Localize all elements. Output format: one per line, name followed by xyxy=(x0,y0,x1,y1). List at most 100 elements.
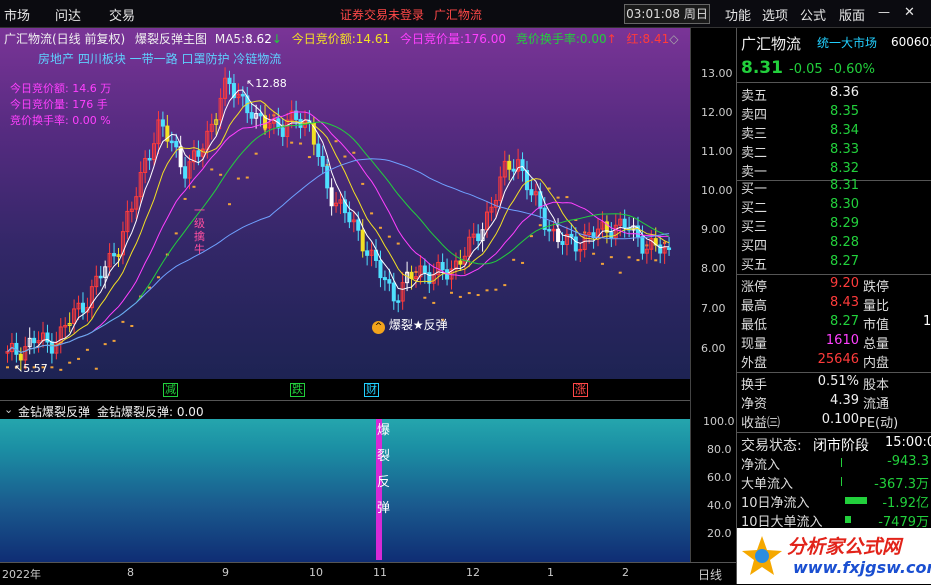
login-warning[interactable]: 证券交易未登录 广汇物流 xyxy=(340,6,482,23)
candle xyxy=(112,253,117,257)
ind-y-tick: 60.0 xyxy=(707,471,732,484)
candle xyxy=(356,219,361,231)
candle xyxy=(249,112,254,119)
ask-row[interactable]: 卖五 8.36 xyxy=(741,85,929,104)
chart-header: 广汇物流(日线 前复权) 爆裂反弹主图 MA5:8.62↓ 今日竞价额:14.6… xyxy=(4,30,678,47)
divider xyxy=(737,274,931,275)
support-dot xyxy=(50,366,54,369)
bid-row[interactable]: 买三 8.29 xyxy=(741,216,929,235)
candle xyxy=(18,353,23,361)
candle xyxy=(556,228,561,243)
candle xyxy=(98,275,103,279)
support-dot xyxy=(343,155,347,158)
support-dot xyxy=(432,301,436,304)
y-tick: 8.00 xyxy=(701,262,726,275)
support-dot xyxy=(352,151,356,154)
support-dot xyxy=(245,176,249,179)
candle xyxy=(258,113,263,117)
sector-tags: 房地产 四川板块 一带一路 口罩防护 冷链物流 xyxy=(38,52,282,66)
price-change: -0.05 xyxy=(789,62,823,77)
candle xyxy=(511,168,516,172)
bid-row[interactable]: 买五 8.27 xyxy=(741,254,929,273)
candle xyxy=(160,119,165,127)
support-dot xyxy=(121,320,125,323)
ask-row[interactable]: 卖三 8.34 xyxy=(741,123,929,142)
chart-stock-title: 广汇物流(日线 前复权) xyxy=(4,32,126,46)
close-icon[interactable]: ✕ xyxy=(904,5,915,20)
last-price: 8.31 xyxy=(741,58,783,78)
candle xyxy=(396,300,401,303)
x-tick: 2022年 xyxy=(2,568,41,581)
candle xyxy=(560,241,565,245)
support-dot xyxy=(396,242,400,245)
indicator-signal-text: 爆裂反弹 xyxy=(377,423,391,516)
ask-row[interactable]: 卖二 8.33 xyxy=(741,142,929,161)
minimize-icon[interactable]: — xyxy=(878,5,890,19)
candle xyxy=(609,231,614,239)
formula-name[interactable]: 爆裂反弹主图 xyxy=(135,32,207,46)
ask-row[interactable]: 卖四 8.35 xyxy=(741,104,929,123)
y-tick: 12.00 xyxy=(701,106,733,119)
main-chart-area[interactable]: 广汇物流(日线 前复权) 爆裂反弹主图 MA5:8.62↓ 今日竞价额:14.6… xyxy=(0,28,690,379)
indicator-value: 金钻爆裂反弹: 0.00 xyxy=(97,405,204,419)
candle xyxy=(196,150,201,157)
candle xyxy=(547,228,552,232)
candle xyxy=(520,159,525,172)
support-dot xyxy=(174,232,178,235)
menu-formula[interactable]: 公式 xyxy=(800,5,826,24)
marker-reduce[interactable]: 减 xyxy=(163,383,178,397)
candle xyxy=(32,337,37,344)
ind-y-tick: 20.0 xyxy=(707,527,732,540)
indicator-area[interactable]: 爆裂反弹 xyxy=(0,400,690,562)
candle xyxy=(391,282,396,302)
x-tick: 8 xyxy=(127,566,134,579)
menu-wenda[interactable]: 问达 xyxy=(55,5,81,24)
support-dot xyxy=(68,361,72,364)
market-tag[interactable]: 统一大市场 xyxy=(817,34,877,51)
red-label: 红: xyxy=(626,32,643,46)
top-menu-bar: 市场 问达 交易 证券交易未登录 广汇物流 03:01:08 周日 功能 选项 … xyxy=(0,0,931,28)
indicator-name[interactable]: 金钻爆裂反弹 xyxy=(18,403,90,420)
login-warning-text: 证券交易未登录 xyxy=(340,8,425,22)
support-dot xyxy=(103,343,107,346)
candle xyxy=(183,166,188,179)
candle xyxy=(667,247,672,250)
stat-row: 现量 1610 总量 xyxy=(741,333,890,352)
flow-row: 10日净流入 -1.92亿 xyxy=(741,496,929,511)
ind-y-tick: 80.0 xyxy=(707,443,732,456)
support-dot xyxy=(458,295,462,298)
watermark-logo: 分析家公式网 www.fxjgsw.com xyxy=(737,528,931,584)
auction-turnover-note: 竞价换手率: 0.00 % xyxy=(10,114,111,127)
auction-volume-note: 今日竞价量: 176 手 xyxy=(10,98,108,111)
marker-fall[interactable]: 跌 xyxy=(290,383,305,397)
candle xyxy=(360,229,365,252)
marker-finance[interactable]: 财 xyxy=(364,383,379,397)
menu-trade[interactable]: 交易 xyxy=(109,5,135,24)
menu-options[interactable]: 选项 xyxy=(762,5,788,24)
candle xyxy=(507,160,512,170)
bid-row[interactable]: 买四 8.28 xyxy=(741,235,929,254)
menu-function[interactable]: 功能 xyxy=(725,5,751,24)
period-label[interactable]: 日线 xyxy=(698,566,722,583)
menu-market[interactable]: 市场 xyxy=(4,5,30,24)
support-dot xyxy=(85,348,89,351)
support-dot xyxy=(636,259,640,262)
candle xyxy=(422,265,427,274)
support-dot xyxy=(361,182,365,185)
bid-row[interactable]: 买一 8.31 xyxy=(741,178,929,197)
menu-layout[interactable]: 版面 xyxy=(839,5,865,24)
candle xyxy=(382,277,387,281)
candle xyxy=(347,212,352,223)
event-marker-row: 减 跌 财 涨 xyxy=(0,380,690,400)
indicator-collapse-icon[interactable]: ⌄ xyxy=(4,403,13,416)
candle xyxy=(320,155,325,167)
support-dot xyxy=(210,168,214,171)
ma-line-5 xyxy=(7,89,670,353)
bid-row[interactable]: 买二 8.30 xyxy=(741,197,929,216)
signal-arrow-icon: ^ xyxy=(372,321,385,334)
marker-rise[interactable]: 涨 xyxy=(573,383,588,397)
y-tick: 11.00 xyxy=(701,145,733,158)
candle xyxy=(365,250,370,256)
star-logo-icon xyxy=(742,536,782,575)
support-dot xyxy=(627,256,631,259)
